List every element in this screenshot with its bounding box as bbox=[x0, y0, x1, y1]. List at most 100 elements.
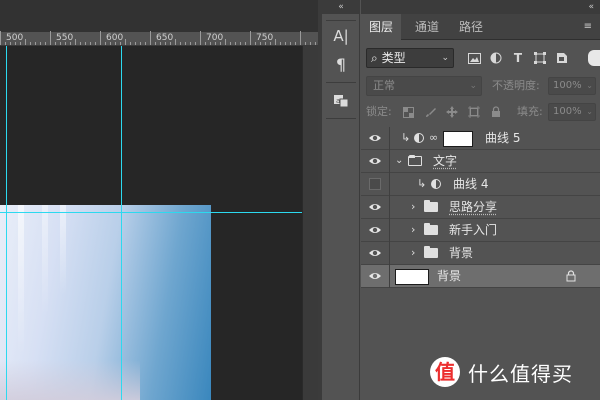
layer-name[interactable]: 文字 bbox=[433, 150, 457, 173]
ruler-tick bbox=[295, 42, 296, 45]
collapsed-panel-strip: « A| ¶ a bbox=[322, 0, 360, 400]
eye-icon[interactable] bbox=[368, 132, 382, 144]
type-filter-icon[interactable]: T bbox=[511, 51, 525, 65]
folder-icon bbox=[424, 200, 438, 212]
layer-name[interactable]: 新手入门 bbox=[449, 219, 497, 242]
ruler-tick bbox=[205, 42, 206, 45]
ruler-tick bbox=[45, 42, 46, 45]
ruler-tick bbox=[315, 42, 316, 45]
watermark-text: 什么值得买 bbox=[468, 361, 573, 386]
strip-divider bbox=[326, 20, 356, 21]
lock-transparent-icon[interactable] bbox=[401, 105, 415, 119]
layer-name[interactable]: 背景 bbox=[437, 265, 461, 288]
character-panel-icon[interactable]: A| bbox=[329, 25, 353, 47]
layer-name[interactable]: 曲线 4 bbox=[453, 173, 488, 196]
blend-row: 正常 ⌄ 不透明度: 100% ⌄ bbox=[361, 74, 600, 98]
chevron-right-icon[interactable]: › bbox=[411, 223, 415, 237]
glyphs-panel-icon[interactable]: a bbox=[329, 90, 353, 112]
panel-menu-icon[interactable]: ≡ bbox=[584, 14, 592, 40]
smart-object-filter-icon[interactable] bbox=[555, 51, 569, 65]
ruler-tick bbox=[65, 42, 66, 45]
chevron-right-icon[interactable]: › bbox=[411, 246, 415, 260]
lock-image-brush-icon[interactable] bbox=[423, 105, 437, 119]
ruler-tick bbox=[200, 31, 201, 45]
layer-row[interactable]: ⌄ 文字 bbox=[361, 150, 600, 173]
layer-name[interactable]: 背景 bbox=[449, 242, 473, 265]
ruler-tick bbox=[275, 39, 276, 45]
ruler-tick bbox=[160, 42, 161, 45]
filter-toggle-switch[interactable] bbox=[588, 50, 600, 66]
blend-mode-select[interactable]: 正常 ⌄ bbox=[366, 76, 482, 96]
filter-kind-select[interactable]: ⌕ 类型 ⌄ bbox=[366, 48, 454, 68]
lock-all-icon[interactable] bbox=[489, 105, 503, 119]
ruler-tick bbox=[215, 42, 216, 45]
ruler-tick bbox=[85, 42, 86, 45]
chevron-down-icon: ⌄ bbox=[586, 81, 593, 90]
ruler-tick bbox=[75, 39, 76, 45]
ruler-tick bbox=[185, 42, 186, 45]
vertical-scrollbar[interactable] bbox=[302, 46, 318, 400]
fill-field[interactable]: 100% ⌄ bbox=[548, 103, 596, 121]
ruler-tick bbox=[125, 39, 126, 45]
ruler-tick bbox=[115, 42, 116, 45]
horizontal-guide[interactable] bbox=[0, 212, 302, 213]
ruler-tick bbox=[15, 42, 16, 45]
chevron-down-icon[interactable]: ⌄ bbox=[395, 154, 403, 168]
vertical-guide[interactable] bbox=[121, 46, 122, 400]
layer-row[interactable]: ↳ ∞ 曲线 5 bbox=[361, 127, 600, 150]
collapse-panel-button[interactable]: « bbox=[588, 0, 594, 14]
vertical-guide[interactable] bbox=[6, 46, 7, 400]
ruler-tick bbox=[150, 31, 151, 45]
fill-value: 100% bbox=[553, 106, 582, 117]
ruler-tick bbox=[155, 42, 156, 45]
ruler-tick bbox=[60, 42, 61, 45]
layer-mask-thumbnail[interactable] bbox=[443, 131, 473, 147]
ruler-tick bbox=[290, 42, 291, 45]
search-icon: ⌕ bbox=[371, 51, 378, 65]
tab-layers[interactable]: 图层 bbox=[361, 14, 402, 40]
lock-position-move-icon[interactable] bbox=[445, 105, 459, 119]
layer-row[interactable]: ↳ 曲线 4 bbox=[361, 173, 600, 196]
canvas-top-bar bbox=[0, 0, 318, 32]
eye-icon[interactable] bbox=[368, 247, 382, 259]
ruler-tick bbox=[55, 42, 56, 45]
pixel-filter-icon[interactable] bbox=[467, 51, 481, 65]
eye-icon[interactable] bbox=[368, 224, 382, 236]
horizontal-ruler[interactable]: 500 550 600 650 700 750 bbox=[0, 31, 318, 46]
layer-row[interactable]: › 背景 bbox=[361, 242, 600, 265]
folder-icon bbox=[424, 246, 438, 258]
document-canvas-area[interactable]: 500 550 600 650 700 750 bbox=[0, 0, 318, 400]
panel-header-bar: « bbox=[361, 0, 600, 14]
visibility-toggle-off[interactable] bbox=[369, 178, 381, 190]
layer-thumbnail[interactable] bbox=[395, 269, 429, 285]
layer-row[interactable]: › 新手入门 bbox=[361, 219, 600, 242]
folder-open-icon bbox=[408, 155, 422, 166]
eye-icon[interactable] bbox=[368, 270, 382, 282]
layer-name[interactable]: 曲线 5 bbox=[485, 127, 520, 150]
layer-name[interactable]: 思路分享 bbox=[449, 196, 497, 219]
ruler-tick bbox=[140, 42, 141, 45]
light-streak bbox=[42, 205, 48, 315]
shape-filter-icon[interactable] bbox=[533, 51, 547, 65]
visibility-column-divider bbox=[389, 242, 390, 265]
adjustment-filter-icon[interactable] bbox=[489, 51, 503, 65]
chain-link-icon[interactable]: ∞ bbox=[429, 131, 438, 145]
lock-artboard-icon[interactable] bbox=[467, 105, 481, 119]
tab-paths[interactable]: 路径 bbox=[451, 14, 491, 40]
visibility-column-divider bbox=[389, 127, 390, 150]
opacity-label: 不透明度: bbox=[492, 79, 540, 92]
paragraph-panel-icon[interactable]: ¶ bbox=[329, 53, 353, 75]
light-streak bbox=[60, 205, 66, 295]
folder-icon bbox=[424, 223, 438, 235]
ruler-tick bbox=[0, 31, 1, 45]
layer-row-selected[interactable]: 背景 bbox=[361, 265, 600, 288]
tab-channels[interactable]: 通道 bbox=[407, 14, 447, 40]
eye-icon[interactable] bbox=[368, 201, 382, 213]
opacity-field[interactable]: 100% ⌄ bbox=[548, 77, 596, 95]
eye-icon[interactable] bbox=[368, 155, 382, 167]
ruler-tick bbox=[100, 31, 101, 45]
chevron-right-icon[interactable]: › bbox=[411, 200, 415, 214]
layer-row[interactable]: › 思路分享 bbox=[361, 196, 600, 219]
collapse-strip-button[interactable]: « bbox=[322, 0, 360, 14]
chevron-down-icon: ⌄ bbox=[469, 81, 477, 91]
